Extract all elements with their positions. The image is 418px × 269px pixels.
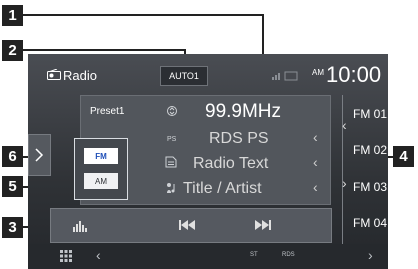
radio-text: Radio Text xyxy=(193,155,269,172)
seek-mode-button[interactable]: AUTO1 xyxy=(160,66,208,86)
fm-band-button[interactable]: FM xyxy=(84,148,118,164)
preset-button-fm01[interactable]: FM 01 xyxy=(353,107,387,121)
radio-text-icon xyxy=(165,156,177,168)
title-artist-icon xyxy=(167,183,175,193)
am-band-button[interactable]: AM xyxy=(84,173,118,189)
leader-line-4 xyxy=(388,156,394,158)
open-panel-button[interactable] xyxy=(28,134,51,176)
chevron-left-icon[interactable]: ‹ xyxy=(313,129,318,145)
chevron-left-icon[interactable]: ‹ xyxy=(313,179,318,195)
grid-menu-icon[interactable] xyxy=(60,250,72,262)
signal-status-icon xyxy=(272,71,298,81)
preset-list: ‹ › FM 01 FM 02 FM 03 FM 04 xyxy=(342,95,388,244)
chevron-left-icon[interactable]: ‹ xyxy=(342,117,347,133)
radio-icon xyxy=(47,69,61,80)
chevron-right-icon[interactable]: › xyxy=(342,175,347,191)
callout-1: 1 xyxy=(2,5,23,26)
preset-button-fm03[interactable]: FM 03 xyxy=(353,180,387,194)
chevron-right-icon xyxy=(35,148,44,162)
st-indicator: ST xyxy=(250,252,258,258)
callout-4: 4 xyxy=(393,146,414,167)
equalizer-icon[interactable] xyxy=(73,218,87,232)
rds-ps-text: RDS PS xyxy=(209,130,269,147)
callout-5: 5 xyxy=(2,176,23,197)
title-artist-text: Title / Artist xyxy=(183,180,262,197)
chevron-left-icon[interactable]: ‹ xyxy=(96,247,101,263)
previous-track-icon[interactable] xyxy=(179,220,195,230)
band-selector: FM AM xyxy=(74,138,128,200)
leader-line-2 xyxy=(23,49,186,51)
next-track-icon[interactable] xyxy=(255,220,271,230)
clock-time: 10:00 xyxy=(326,62,382,87)
control-bar xyxy=(50,208,332,243)
rds-indicator: RDS xyxy=(282,252,295,258)
chevron-left-icon[interactable]: ‹ xyxy=(313,154,318,170)
preset-button-fm02[interactable]: FM 02 xyxy=(353,143,387,157)
callout-2: 2 xyxy=(2,40,23,61)
preset-button-fm04[interactable]: FM 04 xyxy=(353,216,387,230)
chevron-right-icon[interactable]: › xyxy=(368,247,373,263)
bottom-bar: ‹ ST RDS › xyxy=(28,244,388,269)
callout-6: 6 xyxy=(2,146,23,167)
ps-label: PS xyxy=(167,136,177,143)
clock-ampm: AM xyxy=(312,68,324,77)
source-title: Radio xyxy=(63,68,97,83)
leader-line-1 xyxy=(23,14,264,16)
head-unit-screen: Radio AUTO1 AM 10:00 Preset1 99.9MHz PS … xyxy=(28,54,388,269)
frequency-display: 99.9MHz xyxy=(205,101,282,122)
search-updown-icon[interactable] xyxy=(167,105,177,117)
preset-name: Preset1 xyxy=(90,106,125,117)
callout-3: 3 xyxy=(2,217,23,238)
